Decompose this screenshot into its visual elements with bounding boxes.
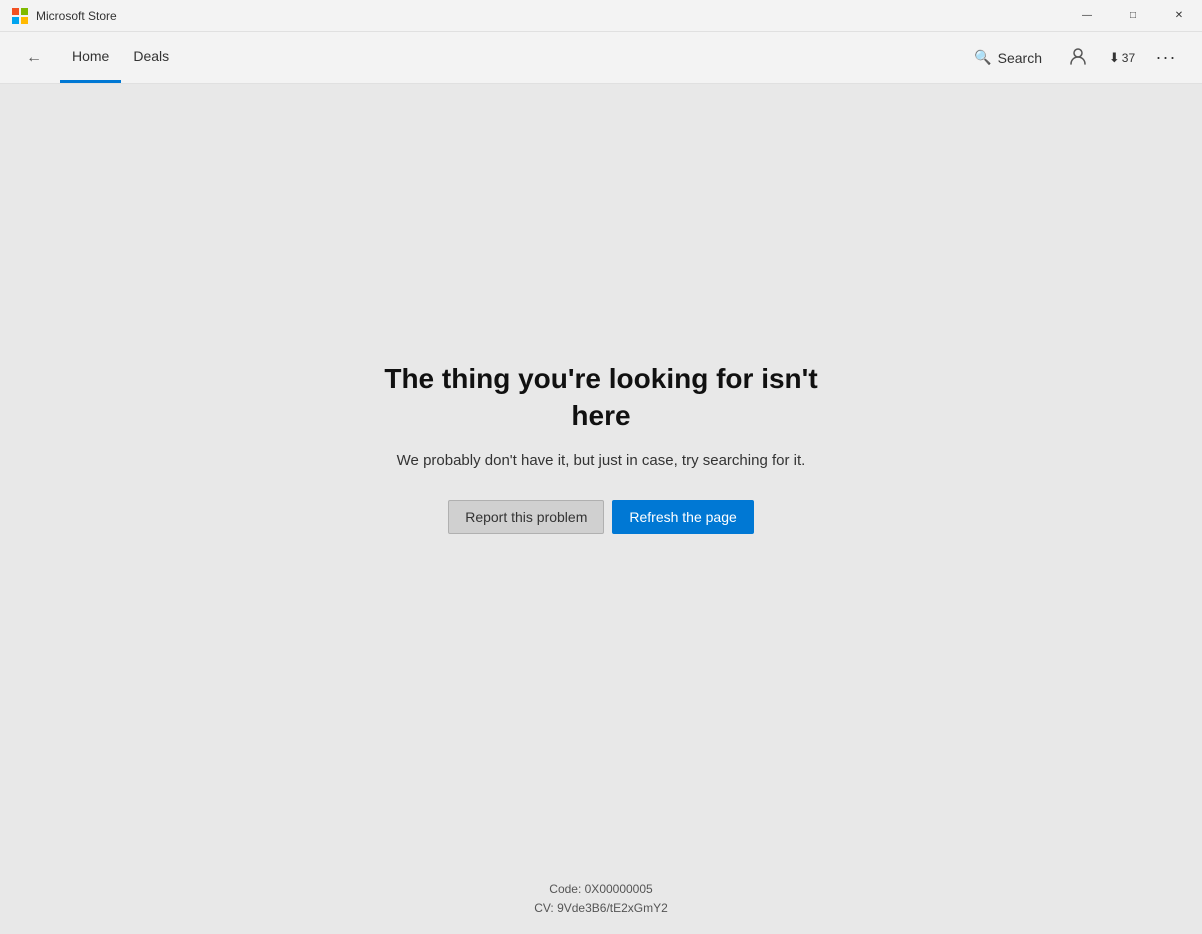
microsoft-store-icon: [12, 8, 28, 24]
navbar: ← Home Deals 🔍 Search ⬇ 37 ···: [0, 32, 1202, 84]
nav-tabs: Home Deals: [60, 32, 181, 83]
more-button[interactable]: ···: [1146, 38, 1186, 78]
error-code-line1: Code: 0X00000005: [0, 880, 1202, 899]
main-content: The thing you're looking for isn't here …: [0, 84, 1202, 872]
refresh-page-button[interactable]: Refresh the page: [612, 500, 753, 534]
more-icon: ···: [1156, 47, 1177, 68]
download-count: 37: [1122, 51, 1135, 65]
error-buttons: Report this problem Refresh the page: [448, 500, 754, 534]
search-button[interactable]: 🔍 Search: [962, 43, 1054, 72]
report-problem-button[interactable]: Report this problem: [448, 500, 604, 534]
nav-right: 🔍 Search ⬇ 37 ···: [962, 38, 1186, 78]
error-subtitle: We probably don't have it, but just in c…: [397, 450, 806, 473]
close-button[interactable]: ✕: [1156, 0, 1202, 32]
error-container: The thing you're looking for isn't here …: [351, 361, 851, 534]
download-icon: ⬇: [1109, 50, 1120, 66]
app-title: Microsoft Store: [36, 9, 117, 23]
tab-deals[interactable]: Deals: [121, 32, 181, 83]
account-button[interactable]: [1058, 38, 1098, 78]
minimize-button[interactable]: —: [1064, 0, 1110, 32]
tab-home[interactable]: Home: [60, 32, 121, 83]
back-button[interactable]: ←: [16, 40, 52, 76]
account-icon: [1068, 46, 1088, 69]
maximize-button[interactable]: □: [1110, 0, 1156, 32]
footer-area: Code: 0X00000005 CV: 9Vde3B6/tE2xGmY2: [0, 872, 1202, 934]
search-icon: 🔍: [974, 49, 991, 66]
window-controls: — □ ✕: [1064, 0, 1202, 32]
titlebar: Microsoft Store — □ ✕: [0, 0, 1202, 32]
titlebar-left: Microsoft Store: [12, 8, 117, 24]
error-code-line2: CV: 9Vde3B6/tE2xGmY2: [0, 899, 1202, 918]
back-icon: ←: [26, 49, 42, 67]
downloads-button[interactable]: ⬇ 37: [1102, 38, 1142, 78]
error-title: The thing you're looking for isn't here: [351, 361, 851, 434]
